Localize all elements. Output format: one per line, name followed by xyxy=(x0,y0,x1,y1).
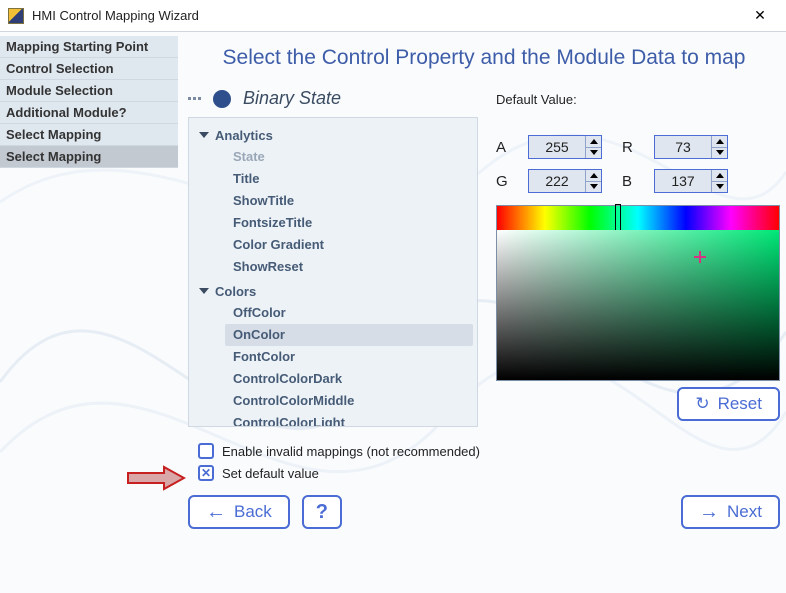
next-button[interactable]: → Next xyxy=(681,495,780,529)
window-title: HMI Control Mapping Wizard xyxy=(32,8,738,23)
channel-B-spinner[interactable]: 137 xyxy=(654,169,728,193)
channel-G-down[interactable] xyxy=(586,182,601,193)
channel-G-label: G xyxy=(496,173,514,190)
reset-label: Reset xyxy=(718,394,762,414)
channel-B-down[interactable] xyxy=(712,182,727,193)
tree-item[interactable]: ShowReset xyxy=(225,256,473,278)
channel-G-spinner[interactable]: 222 xyxy=(528,169,602,193)
hue-indicator[interactable] xyxy=(615,204,621,232)
title-bar: HMI Control Mapping Wizard ✕ xyxy=(0,0,786,32)
channel-A-value: 255 xyxy=(529,136,585,158)
page-heading: Select the Control Property and the Modu… xyxy=(188,46,780,70)
wizard-step[interactable]: Module Selection xyxy=(0,80,178,102)
channel-B-label: B xyxy=(622,173,640,190)
control-name: Binary State xyxy=(243,88,341,109)
wizard-steps: Mapping Starting PointControl SelectionM… xyxy=(0,32,178,593)
saturation-value-field[interactable] xyxy=(497,230,779,380)
tree-item[interactable]: Color Gradient xyxy=(225,234,473,256)
wizard-step[interactable]: Select Mapping xyxy=(0,124,178,146)
tree-item[interactable]: OffColor xyxy=(225,302,473,324)
set-default-label: Set default value xyxy=(222,466,319,481)
channel-G-value: 222 xyxy=(529,170,585,192)
channel-G-up[interactable] xyxy=(586,170,601,182)
chevron-down-icon xyxy=(199,132,209,138)
enable-invalid-check[interactable]: Enable invalid mappings (not recommended… xyxy=(198,443,780,459)
channel-R-spinner[interactable]: 73 xyxy=(654,135,728,159)
help-label: ? xyxy=(316,501,328,524)
tree-group[interactable]: Analytics xyxy=(197,124,473,146)
channel-A-down[interactable] xyxy=(586,148,601,159)
tree-item[interactable]: ShowTitle xyxy=(225,190,473,212)
sv-indicator[interactable] xyxy=(694,251,706,263)
tree-item[interactable]: State xyxy=(225,146,473,168)
checkbox-icon: ✕ xyxy=(198,465,214,481)
color-picker[interactable] xyxy=(496,205,780,381)
channel-R-value: 73 xyxy=(655,136,711,158)
tree-item[interactable]: ControlColorLight xyxy=(225,412,473,427)
close-button[interactable]: ✕ xyxy=(738,1,782,31)
channel-R-down[interactable] xyxy=(712,148,727,159)
channel-A-spinner[interactable]: 255 xyxy=(528,135,602,159)
property-tree[interactable]: AnalyticsStateTitleShowTitleFontsizeTitl… xyxy=(188,117,478,427)
channel-A-up[interactable] xyxy=(586,136,601,148)
tree-group[interactable]: Colors xyxy=(197,280,473,302)
channel-B-up[interactable] xyxy=(712,170,727,182)
wizard-step[interactable]: Select Mapping xyxy=(0,146,178,168)
enable-invalid-label: Enable invalid mappings (not recommended… xyxy=(222,444,480,459)
reset-button[interactable]: ↻ Reset xyxy=(677,387,780,421)
wizard-step[interactable]: Mapping Starting Point xyxy=(0,36,178,58)
checkbox-icon xyxy=(198,443,214,459)
drag-grip-icon xyxy=(188,97,201,100)
tree-item[interactable]: Title xyxy=(225,168,473,190)
set-default-check[interactable]: ✕ Set default value xyxy=(198,465,780,481)
channel-B-value: 137 xyxy=(655,170,711,192)
app-icon xyxy=(8,8,24,24)
channel-R-label: R xyxy=(622,139,640,156)
help-button[interactable]: ? xyxy=(302,495,342,529)
tree-item[interactable]: ControlColorDark xyxy=(225,368,473,390)
tree-item[interactable]: OnColor xyxy=(225,324,473,346)
wizard-step[interactable]: Additional Module? xyxy=(0,102,178,124)
default-value-label: Default Value: xyxy=(496,92,780,107)
hue-slider[interactable] xyxy=(497,206,779,230)
wizard-step[interactable]: Control Selection xyxy=(0,58,178,80)
next-label: Next xyxy=(727,502,762,522)
chevron-down-icon xyxy=(199,288,209,294)
control-header: Binary State xyxy=(188,88,478,109)
back-button[interactable]: ← Back xyxy=(188,495,290,529)
back-label: Back xyxy=(234,502,272,522)
reset-icon: ↻ xyxy=(695,394,709,414)
tree-item[interactable]: FontColor xyxy=(225,346,473,368)
channel-A-label: A xyxy=(496,139,514,156)
tree-item[interactable]: FontsizeTitle xyxy=(225,212,473,234)
control-glyph-icon xyxy=(213,90,231,108)
channel-R-up[interactable] xyxy=(712,136,727,148)
tree-item[interactable]: ControlColorMiddle xyxy=(225,390,473,412)
